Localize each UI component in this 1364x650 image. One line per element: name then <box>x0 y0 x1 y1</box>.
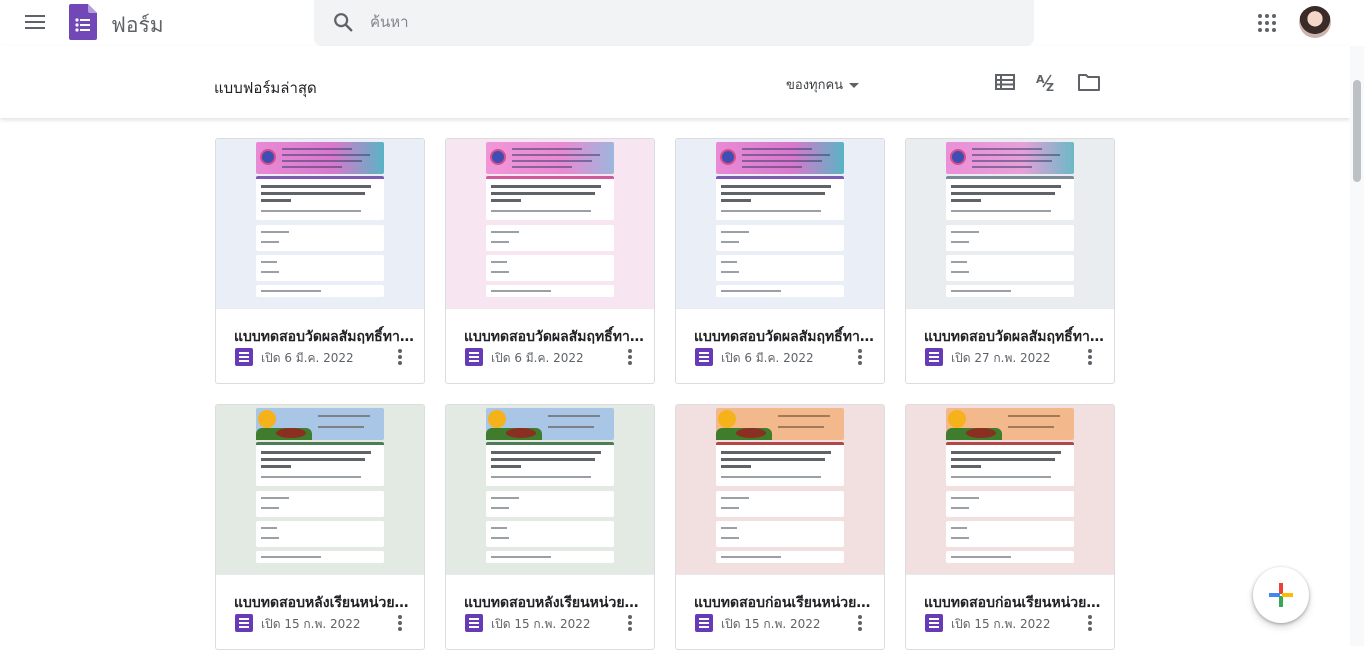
form-opened-date: เปิด 15 ก.พ. 2022 <box>491 617 591 631</box>
more-options-icon[interactable] <box>1082 346 1098 368</box>
forms-file-icon <box>695 614 713 632</box>
hamburger-menu-icon[interactable] <box>22 9 48 35</box>
form-opened-date: เปิด 27 ก.พ. 2022 <box>951 351 1051 365</box>
search-bar <box>314 0 1034 46</box>
form-thumbnail <box>676 405 884 575</box>
form-preview <box>256 405 384 563</box>
google-forms-logo[interactable] <box>69 4 97 40</box>
form-card[interactable]: แบบทดสอบก่อนเรียนหน่วยที่ ... เปิด 15 ก.พ… <box>675 404 885 650</box>
forms-file-icon <box>695 348 713 366</box>
user-avatar[interactable] <box>1299 6 1331 38</box>
form-card[interactable]: แบบทดสอบวัดผลสัมฤทธิ์ทาง... เปิด 6 มี.ค. … <box>445 138 655 384</box>
app-name: ฟอร์ม <box>111 13 164 37</box>
form-card[interactable]: แบบทดสอบก่อนเรียนหน่วยที่ ... เปิด 15 ก.พ… <box>905 404 1115 650</box>
form-opened-date: เปิด 15 ก.พ. 2022 <box>261 617 361 631</box>
more-options-icon[interactable] <box>392 612 408 634</box>
more-options-icon[interactable] <box>392 346 408 368</box>
search-icon[interactable] <box>332 11 354 33</box>
form-thumbnail <box>216 405 424 575</box>
form-title: แบบทดสอบก่อนเรียนหน่วยที่ ... <box>924 595 1104 611</box>
form-card[interactable]: แบบทดสอบหลังเรียนหน่วยที่ ... เปิด 15 ก.พ… <box>445 404 655 650</box>
form-opened-date: เปิด 15 ก.พ. 2022 <box>721 617 821 631</box>
form-card[interactable]: แบบทดสอบวัดผลสัมฤทธิ์ทาง... เปิด 6 มี.ค. … <box>675 138 885 384</box>
form-title: แบบทดสอบวัดผลสัมฤทธิ์ทาง... <box>234 329 414 345</box>
form-card[interactable]: แบบทดสอบวัดผลสัมฤทธิ์ทาง... เปิด 27 ก.พ. … <box>905 138 1115 384</box>
form-preview <box>486 405 614 563</box>
apps-grid-icon[interactable] <box>1256 12 1278 34</box>
more-options-icon[interactable] <box>852 346 868 368</box>
svg-text:Z: Z <box>1046 81 1054 94</box>
section-title: แบบฟอร์มล่าสุด <box>214 79 317 97</box>
form-thumbnail <box>906 405 1114 575</box>
top-app-bar: ฟอร์ม <box>0 0 1364 46</box>
recent-forms-toolbar: แบบฟอร์มล่าสุด ของทุกคน A Z <box>0 46 1350 118</box>
more-options-icon[interactable] <box>1082 612 1098 634</box>
form-thumbnail <box>446 405 654 575</box>
form-thumbnail <box>446 139 654 309</box>
form-preview <box>946 405 1074 563</box>
form-title: แบบทดสอบก่อนเรียนหน่วยที่ ... <box>694 595 874 611</box>
list-view-icon[interactable] <box>993 70 1017 94</box>
sort-az-icon[interactable]: A Z <box>1035 70 1059 94</box>
more-options-icon[interactable] <box>852 612 868 634</box>
form-title: แบบทดสอบวัดผลสัมฤทธิ์ทาง... <box>694 329 874 345</box>
svg-text:A: A <box>1036 73 1045 86</box>
more-options-icon[interactable] <box>622 346 638 368</box>
form-card[interactable]: แบบทดสอบวัดผลสัมฤทธิ์ทาง... เปิด 6 มี.ค. … <box>215 138 425 384</box>
form-thumbnail <box>676 139 884 309</box>
owner-filter-dropdown[interactable]: ของทุกคน <box>786 74 860 95</box>
form-preview <box>946 139 1074 297</box>
form-opened-date: เปิด 15 ก.พ. 2022 <box>951 617 1051 631</box>
forms-file-icon <box>465 614 483 632</box>
folder-icon[interactable] <box>1077 70 1101 94</box>
more-options-icon[interactable] <box>622 612 638 634</box>
form-preview <box>486 139 614 297</box>
form-title: แบบทดสอบหลังเรียนหน่วยที่ ... <box>464 595 644 611</box>
form-preview <box>716 139 844 297</box>
page-scrollbar[interactable] <box>1350 46 1364 646</box>
scrollbar-thumb[interactable] <box>1353 80 1361 182</box>
form-title: แบบทดสอบวัดผลสัมฤทธิ์ทาง... <box>464 329 644 345</box>
forms-file-icon <box>235 614 253 632</box>
form-preview <box>716 405 844 563</box>
form-opened-date: เปิด 6 มี.ค. 2022 <box>491 351 584 365</box>
form-thumbnail <box>216 139 424 309</box>
form-title: แบบทดสอบวัดผลสัมฤทธิ์ทาง... <box>924 329 1104 345</box>
chevron-down-icon <box>849 83 860 88</box>
form-card[interactable]: แบบทดสอบหลังเรียนหน่วยที่ ... เปิด 15 ก.พ… <box>215 404 425 650</box>
forms-file-icon <box>465 348 483 366</box>
forms-file-icon <box>925 614 943 632</box>
form-opened-date: เปิด 6 มี.ค. 2022 <box>261 351 354 365</box>
owner-filter-label: ของทุกคน <box>786 78 844 93</box>
form-title: แบบทดสอบหลังเรียนหน่วยที่ ... <box>234 595 414 611</box>
form-thumbnail <box>906 139 1114 309</box>
form-opened-date: เปิด 6 มี.ค. 2022 <box>721 351 814 365</box>
create-plus-icon[interactable] <box>1253 567 1309 623</box>
forms-file-icon <box>235 348 253 366</box>
forms-file-icon <box>925 348 943 366</box>
search-input[interactable] <box>370 0 1010 44</box>
form-preview <box>256 139 384 297</box>
